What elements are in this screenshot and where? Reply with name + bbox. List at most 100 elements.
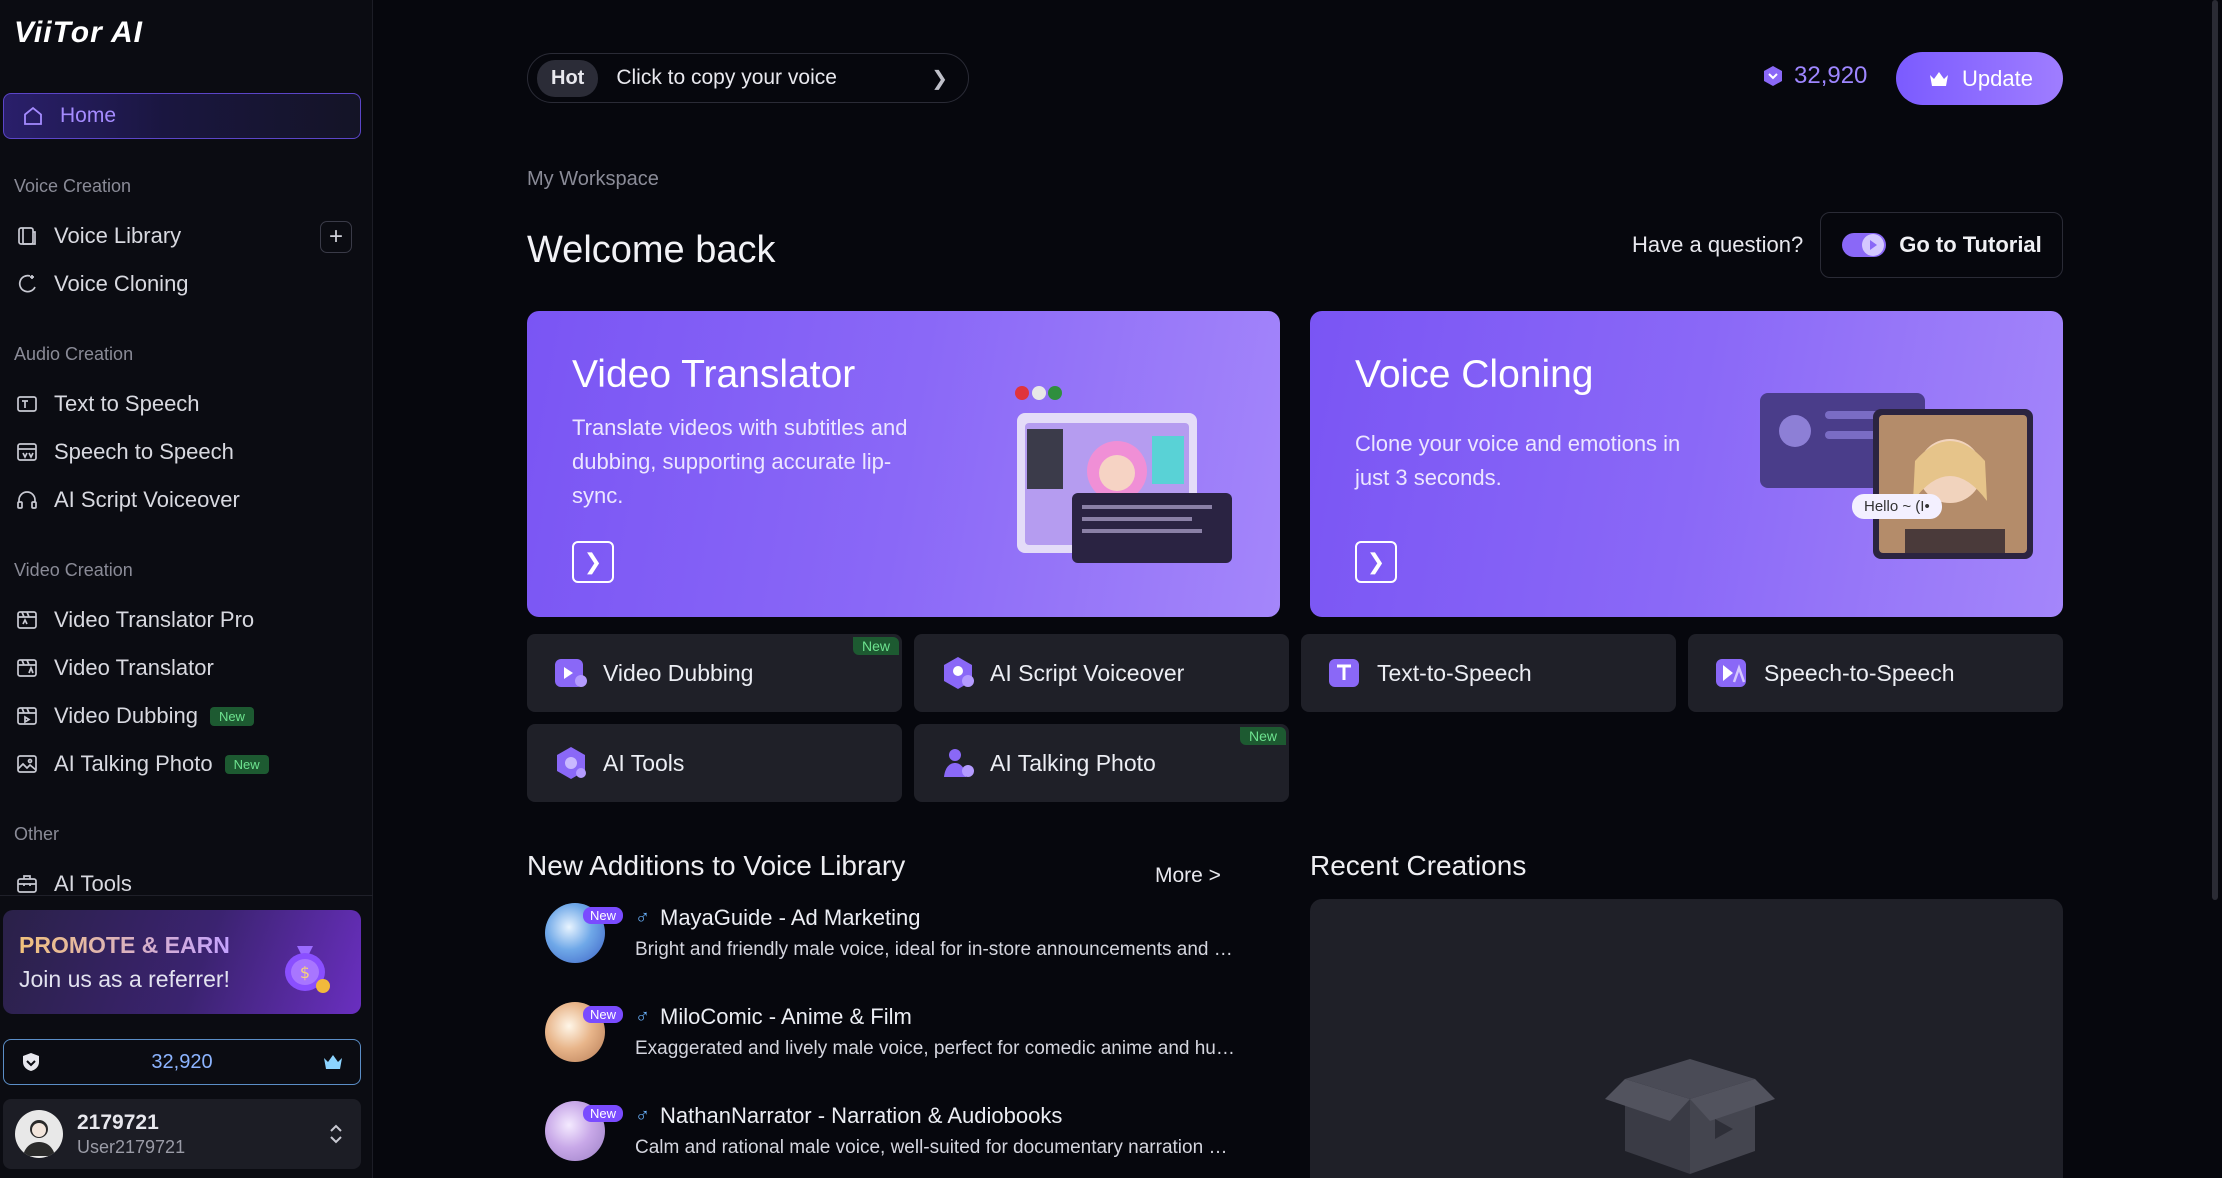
new-badge: New xyxy=(209,706,254,726)
sidebar-item-label: Voice Cloning xyxy=(54,271,189,296)
tile-ai-tools[interactable]: AI Tools xyxy=(527,724,902,802)
sidebar-item-video-translator-pro[interactable]: Video Translator Pro xyxy=(14,600,359,640)
recent-creations-heading: Recent Creations xyxy=(1310,850,1527,881)
list-item[interactable]: New ♂ MiloComic - Anime & Film Exaggerat… xyxy=(545,1002,1245,1072)
ai-script-voiceover-icon xyxy=(944,657,974,689)
headset-icon xyxy=(14,487,40,513)
toggle-icon xyxy=(1842,233,1887,257)
sidebar-item-label: AI Talking Photo xyxy=(54,751,213,776)
more-link[interactable]: More > xyxy=(1155,864,1221,888)
sidebar-item-label: Video Translator Pro xyxy=(54,607,255,632)
sidebar-item-label: Voice Library xyxy=(54,223,182,248)
voice-description: Bright and friendly male voice, ideal fo… xyxy=(635,939,1235,960)
tile-label: AI Tools xyxy=(603,749,685,776)
chevron-right-icon: ❯ xyxy=(1366,549,1386,574)
voice-title: ♂ NathanNarrator - Narration & Audiobook… xyxy=(635,1103,1062,1129)
tile-label: AI Script Voiceover xyxy=(990,659,1185,686)
talking-photo-icon xyxy=(944,749,974,777)
crown-icon[interactable] xyxy=(320,1049,346,1075)
voice-cloning-icon xyxy=(14,271,40,297)
tile-speech-to-speech[interactable]: Speech-to-Speech xyxy=(1688,634,2063,712)
voice-name: MiloComic - Anime & Film xyxy=(660,1004,912,1029)
voice-name: MayaGuide - Ad Marketing xyxy=(660,905,921,930)
tile-label: AI Talking Photo xyxy=(990,749,1156,776)
hero-go-button[interactable]: ❯ xyxy=(1355,541,1397,583)
coin-value: 32,920 xyxy=(1794,62,1868,89)
hero-card-video-translator[interactable]: Video Translator Translate videos with s… xyxy=(527,311,1280,617)
sidebar-item-voice-cloning[interactable]: Voice Cloning xyxy=(14,264,359,304)
section-title-video-creation: Video Creation xyxy=(14,560,133,580)
shield-icon xyxy=(18,1049,44,1075)
crown-icon xyxy=(1926,66,1952,92)
chevron-right-icon: ❯ xyxy=(583,549,603,574)
voice-name: NathanNarrator - Narration & Audiobooks xyxy=(660,1103,1063,1128)
tutorial-label: Go to Tutorial xyxy=(1899,232,2042,257)
add-voice-button[interactable]: + xyxy=(320,221,352,253)
breadcrumb: My Workspace xyxy=(527,168,659,190)
sidebar-divider xyxy=(0,895,373,896)
sidebar-item-label: Speech to Speech xyxy=(54,439,234,464)
user-name: 2179721 xyxy=(77,1110,159,1134)
new-badge: New xyxy=(583,907,624,924)
tile-label: Speech-to-Speech xyxy=(1764,659,1955,686)
hero-description: Clone your voice and emotions in just 3 … xyxy=(1355,431,1681,490)
new-badge: New xyxy=(1239,727,1286,745)
update-button[interactable]: Update xyxy=(1896,52,2063,105)
new-badge: New xyxy=(852,637,899,655)
ai-tools-icon xyxy=(557,747,586,779)
new-badge: New xyxy=(583,1006,624,1023)
hot-banner[interactable]: Hot Click to copy your voice ❯ xyxy=(527,53,969,103)
recent-creations-panel xyxy=(1310,899,2063,1178)
sidebar-item-label: Video Translator xyxy=(54,655,214,680)
plus-icon: + xyxy=(328,223,343,250)
page-scrollbar[interactable] xyxy=(2212,0,2218,900)
app-logo[interactable]: ViiTor AI xyxy=(14,16,143,50)
video-dubbing-icon xyxy=(555,659,587,687)
sidebar-item-label: Text to Speech xyxy=(54,391,200,416)
promo-title: PROMOTE & EARN xyxy=(19,932,230,958)
list-item[interactable]: New ♂ MayaGuide - Ad Marketing Bright an… xyxy=(545,903,1245,973)
gem-icon xyxy=(1760,63,1786,89)
tile-text-to-speech[interactable]: Text-to-Speech xyxy=(1301,634,1676,712)
sidebar-item-label: AI Script Voiceover xyxy=(54,487,240,512)
chevron-updown-icon[interactable] xyxy=(323,1121,349,1147)
credits-value: 32,920 xyxy=(151,1050,213,1073)
tutorial-button[interactable]: Go to Tutorial xyxy=(1820,212,2063,278)
sidebar-item-speech-to-speech[interactable]: Speech to Speech xyxy=(14,432,359,472)
sidebar-item-ai-talking-photo[interactable]: AI Talking Photo New xyxy=(14,744,359,784)
user-account[interactable]: 2179721 User2179721 xyxy=(3,1099,361,1169)
sidebar-item-ai-script-voiceover[interactable]: AI Script Voiceover xyxy=(14,480,359,520)
hero-card-voice-cloning[interactable]: Voice Cloning Clone your voice and emoti… xyxy=(1310,311,2063,617)
new-badge: New xyxy=(583,1105,624,1122)
sidebar-item-video-translator[interactable]: Video Translator xyxy=(14,648,359,688)
hot-text: Click to copy your voice xyxy=(616,66,837,89)
sidebar-item-ai-tools[interactable]: AI Tools xyxy=(14,864,359,904)
video-dubbing-icon xyxy=(14,703,40,729)
page-title: Welcome back xyxy=(527,229,776,271)
user-handle: User2179721 xyxy=(77,1136,186,1157)
library-icon xyxy=(14,223,40,249)
tile-ai-talking-photo[interactable]: AI Talking Photo New xyxy=(914,724,1289,802)
promote-earn-banner[interactable]: PROMOTE & EARN Join us as a referrer! $ xyxy=(3,910,361,1014)
sidebar-item-home[interactable]: Home xyxy=(3,93,361,139)
video-translate-icon xyxy=(14,655,40,681)
text-to-speech-icon xyxy=(1329,659,1359,687)
hero-go-button[interactable]: ❯ xyxy=(572,541,614,583)
tile-ai-script-voiceover[interactable]: AI Script Voiceover xyxy=(914,634,1289,712)
tile-video-dubbing[interactable]: Video Dubbing New xyxy=(527,634,902,712)
sidebar-item-video-dubbing[interactable]: Video Dubbing New xyxy=(14,696,359,736)
image-icon xyxy=(14,751,40,777)
chevron-right-icon: ❯ xyxy=(931,67,948,90)
voice-description: Calm and rational male voice, well-suite… xyxy=(635,1137,1235,1158)
voice-title: ♂ MayaGuide - Ad Marketing xyxy=(635,905,920,931)
sidebar-item-voice-library[interactable]: Voice Library xyxy=(14,216,359,256)
credits-box[interactable]: 32,920 xyxy=(3,1039,361,1085)
text-to-speech-icon xyxy=(14,391,40,417)
list-item[interactable]: New ♂ NathanNarrator - Narration & Audio… xyxy=(545,1101,1245,1171)
sidebar-item-text-to-speech[interactable]: Text to Speech xyxy=(14,384,359,424)
coin-balance[interactable]: 32,920 xyxy=(1760,62,1867,90)
user-info: 2179721 User2179721 xyxy=(77,1111,323,1158)
hero-description: Translate videos with subtitles and dubb… xyxy=(572,415,908,508)
male-icon: ♂ xyxy=(635,1104,650,1127)
tile-label: Text-to-Speech xyxy=(1377,659,1532,686)
